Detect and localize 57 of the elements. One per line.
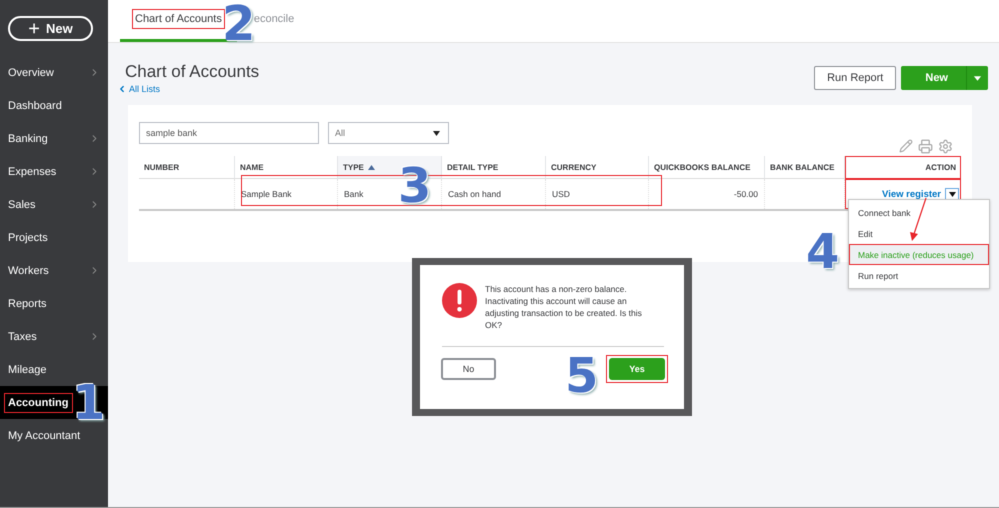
nav-item[interactable]: Expenses (0, 155, 108, 188)
nav-label: Workers (7, 264, 50, 278)
table-cell: USD (546, 179, 649, 209)
column-header[interactable]: ACTION (845, 156, 961, 179)
settings-icon[interactable] (938, 139, 953, 154)
table-cell: Cash on hand (442, 179, 546, 209)
cancel-button[interactable]: No (441, 358, 496, 380)
tab-label: Chart of Accounts (132, 9, 225, 29)
column-header[interactable]: DETAIL TYPE (442, 156, 546, 179)
nav-label: Mileage (7, 362, 48, 378)
nav-label: Dashboard (7, 98, 63, 114)
nav-item[interactable]: Projects (0, 221, 108, 254)
column-header[interactable]: NUMBER (139, 156, 235, 179)
column-header[interactable]: QUICKBOOKS BALANCE (649, 156, 765, 179)
menu-item[interactable]: Edit (849, 223, 989, 244)
view-register-link[interactable]: View register (882, 188, 941, 200)
nav-label: Taxes (7, 330, 38, 344)
nav-item[interactable]: Reports (0, 287, 108, 320)
table-cell: -50.00 (649, 179, 765, 209)
annotation-arrow (910, 198, 927, 241)
search-field[interactable]: sample bank (139, 122, 319, 144)
column-header[interactable]: CURRENCY (546, 156, 649, 179)
table-cell: Sample Bank (235, 179, 338, 209)
caret-icon (948, 192, 956, 196)
menu-item[interactable]: Connect bank (849, 202, 989, 223)
new-button[interactable]: + New (8, 16, 93, 41)
dialog-message: This account has a non-zero balance. Inactivating this account will cause an adjusting transaction to be created. Is this OK? (485, 283, 643, 331)
run-report-button[interactable]: Run Report (814, 66, 896, 90)
nav-item[interactable]: Overview (0, 56, 108, 89)
step-number: 4 (806, 228, 840, 276)
alert-icon (442, 283, 477, 318)
edit-icon[interactable] (899, 139, 913, 153)
nav-item[interactable]: Sales (0, 188, 108, 221)
nav-item[interactable]: Banking (0, 122, 108, 155)
nav-label: Projects (7, 230, 49, 246)
step-number: 5 (565, 352, 598, 400)
back-chevron-icon (117, 84, 127, 94)
sort-up-icon (368, 164, 375, 170)
nav-item[interactable]: Dashboard (0, 89, 108, 122)
nav-label: Reports (7, 296, 48, 312)
all-lists-link[interactable]: All Lists (117, 84, 260, 94)
print-icon[interactable] (918, 139, 933, 154)
nav-label: Banking (7, 132, 49, 146)
column-header[interactable]: BANK BALANCE (765, 156, 845, 179)
nav-label: Overview (7, 66, 55, 80)
nav-label: Expenses (7, 164, 58, 180)
column-header[interactable]: NAME (235, 156, 338, 179)
nav-label: My Accountant (7, 428, 82, 444)
menu-item[interactable]: Run report (849, 265, 989, 286)
nav-item[interactable]: Workers (0, 254, 108, 287)
action-dropdown-button[interactable] (945, 188, 959, 200)
nav-label: Sales (7, 198, 37, 212)
nav-label: Accounting (4, 392, 72, 412)
page-title: Chart of Accounts (125, 62, 260, 82)
type-select[interactable]: All (328, 122, 449, 144)
caret-icon (433, 130, 440, 136)
nav-item[interactable]: Taxes (0, 320, 108, 353)
